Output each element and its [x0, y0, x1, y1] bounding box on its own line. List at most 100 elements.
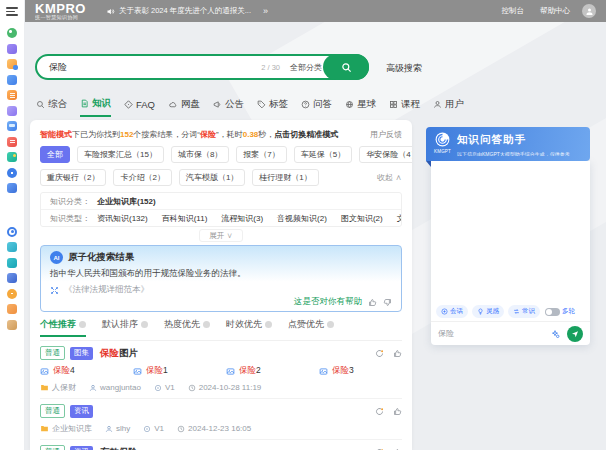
cube-app-icon[interactable]: [7, 183, 17, 193]
chip[interactable]: 卡介绍（2）: [113, 169, 171, 186]
briefcase-app-icon[interactable]: [7, 75, 17, 85]
chip[interactable]: 桂行理财（1）: [252, 169, 318, 186]
tab-qa[interactable]: 问答: [301, 97, 332, 117]
monitor-app-icon[interactable]: [7, 121, 17, 131]
multi-turn-toggle[interactable]: 多轮: [545, 307, 575, 316]
tab-drive[interactable]: 网盘: [168, 97, 200, 117]
book-app-icon[interactable]: [7, 44, 17, 54]
chat-subtitle: 以下信息由KMGPT大模型助手综合生成，仅供参考: [457, 151, 570, 156]
sort-tabs: 个性推荐 默认排序 热度优先 时效优先 点赞优先: [40, 318, 402, 337]
similar-icon[interactable]: [375, 407, 384, 416]
chat-app-icon[interactable]: [7, 28, 17, 38]
facet-type[interactable]: 流程知识(3): [221, 213, 263, 224]
facet-type[interactable]: 百科知识(11): [162, 213, 208, 224]
phone-app-icon[interactable]: [7, 258, 17, 268]
facet-type[interactable]: 图文知识(2): [341, 213, 383, 224]
notebook-app-icon[interactable]: [7, 137, 17, 147]
message-app-icon[interactable]: [7, 59, 17, 69]
version-icon: [154, 384, 162, 392]
collapse-link[interactable]: 收起 ∧: [377, 172, 402, 183]
portrait-app-icon[interactable]: [7, 320, 17, 330]
search-input[interactable]: 保险: [49, 61, 67, 74]
tab-user[interactable]: 用户: [433, 97, 464, 117]
chip[interactable]: 华安保险（4）: [359, 146, 412, 163]
chip[interactable]: 报案（7）: [236, 146, 286, 163]
switch-mode-link[interactable]: 点击切换精准模式: [274, 129, 338, 140]
thumbs-up-icon[interactable]: [393, 407, 402, 416]
sort-likes[interactable]: 点赞优先: [288, 318, 334, 335]
ai-card-source[interactable]: 《法律法规详细范本》: [50, 284, 392, 296]
sort-time[interactable]: 时效优先: [226, 318, 272, 335]
sort-hot[interactable]: 热度优先: [164, 318, 210, 335]
user-app-icon[interactable]: [7, 273, 17, 283]
advanced-search-link[interactable]: 高级搜索: [386, 62, 422, 75]
chat-input[interactable]: 保险: [438, 328, 454, 339]
similar-icon[interactable]: [375, 349, 384, 358]
tab-label[interactable]: 标签: [257, 97, 288, 117]
session-button[interactable]: 会话: [436, 305, 468, 318]
image-item[interactable]: 保险3: [319, 365, 412, 377]
image-item[interactable]: 保险1: [133, 365, 226, 377]
search-button[interactable]: [323, 54, 369, 80]
filter-chips-row2: 重庆银行（2） 卡介绍（2） 汽车模版（1） 桂行理财（1） 收起 ∧: [40, 169, 402, 186]
facet-category-value[interactable]: 企业知识库(152): [97, 196, 156, 207]
chip[interactable]: 车延保（5）: [294, 146, 352, 163]
thumbs-up-icon[interactable]: [368, 298, 377, 307]
image-item[interactable]: 保险2: [226, 365, 319, 377]
speaker-icon: [106, 7, 115, 16]
sort-default[interactable]: 默认排序: [102, 318, 148, 335]
author-meta[interactable]: wangjuntao: [89, 383, 141, 392]
settings-spark-icon[interactable]: [550, 329, 560, 339]
facet-type[interactable]: 音视频知识(2): [277, 213, 327, 224]
help-center-link[interactable]: 帮助中心: [540, 6, 570, 16]
image-item[interactable]: 保险4: [40, 365, 133, 377]
result-title[interactable]: 存款保险: [100, 446, 138, 450]
coin-app-icon[interactable]: [7, 289, 17, 299]
result-title[interactable]: 保险图片: [100, 347, 138, 360]
magnifier-icon: [36, 100, 45, 109]
logo[interactable]: KMPRO 统一智慧知识协同: [35, 3, 86, 20]
announcement-bar[interactable]: 关于表彰 2024 年度先进个人的通报关... »: [106, 6, 268, 16]
toggle-switch[interactable]: [545, 308, 560, 316]
chip-all[interactable]: 全部: [40, 146, 70, 163]
chat2-app-icon[interactable]: [7, 242, 17, 252]
thumbs-down-icon[interactable]: [383, 298, 392, 307]
announcement-more-icon[interactable]: »: [263, 6, 268, 16]
tab-overall[interactable]: 综合: [36, 97, 67, 117]
chip[interactable]: 汽车模版（1）: [179, 169, 245, 186]
folder-meta[interactable]: 人保财: [40, 382, 76, 393]
chip[interactable]: 城市保（8）: [171, 146, 229, 163]
box-app-icon[interactable]: [7, 304, 17, 314]
expand-button[interactable]: 展开 ∨: [199, 229, 243, 242]
document-app-icon[interactable]: [7, 90, 17, 100]
sort-personalized[interactable]: 个性推荐: [40, 318, 86, 337]
tab-faq[interactable]: FAQ: [124, 97, 155, 117]
snowflake-app-icon[interactable]: [7, 168, 17, 178]
console-link[interactable]: 控制台: [502, 6, 525, 16]
avatar[interactable]: [582, 4, 596, 18]
tab-announcement[interactable]: 公告: [213, 97, 244, 117]
folder-meta[interactable]: 企业知识库: [40, 423, 92, 434]
chip[interactable]: 重庆银行（2）: [40, 169, 106, 186]
tab-course[interactable]: 课程: [389, 97, 420, 117]
facet-type[interactable]: 资讯知识(132): [97, 213, 148, 224]
feedback-link[interactable]: 用户反馈: [370, 129, 402, 140]
facet-category: 知识分类： 企业知识库(152): [41, 193, 401, 209]
menu-icon[interactable]: [6, 7, 18, 16]
thumbs-up-icon[interactable]: [393, 349, 402, 358]
image-icon: [226, 367, 235, 376]
inspiration-button[interactable]: 灵感: [472, 305, 504, 318]
hexagon-app-icon[interactable]: [7, 227, 17, 237]
author-meta[interactable]: slhy: [105, 424, 130, 433]
tag-icon: [257, 100, 266, 109]
send-button[interactable]: [567, 326, 583, 342]
facet-type[interactable]: 文档知识(2): [397, 213, 401, 224]
ai-card-body: 指中华人民共和国颁布的用于规范保险业务的法律。: [50, 268, 392, 280]
bag-app-icon[interactable]: [7, 106, 17, 116]
knowledge-button[interactable]: 常识: [508, 305, 540, 318]
chip[interactable]: 车险报案汇总（15）: [77, 146, 164, 163]
tab-planet[interactable]: 星球: [345, 97, 376, 117]
announcement-text[interactable]: 关于表彰 2024 年度先进个人的通报关...: [119, 6, 251, 16]
map-app-icon[interactable]: [7, 152, 17, 162]
tab-knowledge[interactable]: 知识: [80, 97, 111, 117]
